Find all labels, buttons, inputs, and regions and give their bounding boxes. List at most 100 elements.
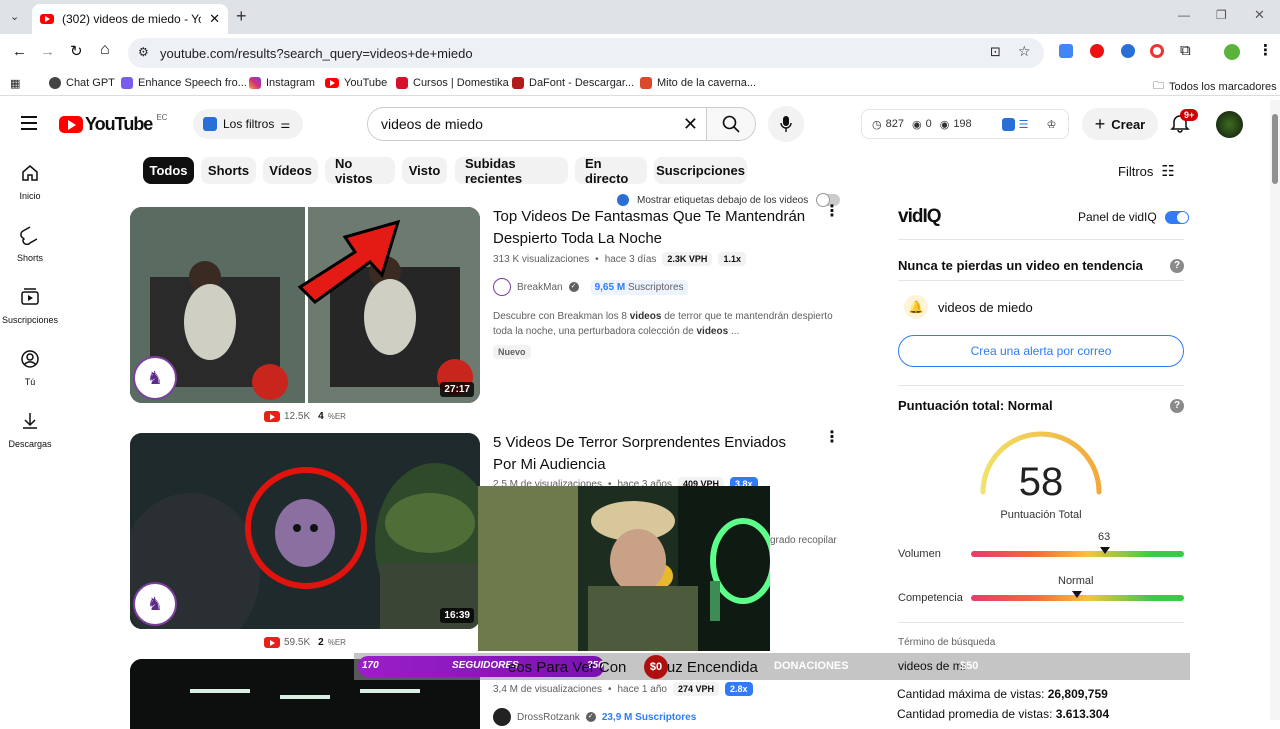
sliders-icon: ⚌ [280, 118, 291, 131]
all-bookmarks[interactable]: 🗀 Todos los marcadores [1153, 77, 1277, 96]
help-icon[interactable]: ? [1170, 399, 1184, 413]
video-menu-icon[interactable]: ⋮ [824, 204, 840, 220]
back-icon[interactable]: ← [12, 43, 27, 60]
home-icon[interactable]: ⌂ [100, 41, 110, 59]
microphone-icon [780, 116, 792, 132]
chip-todos[interactable]: Todos [143, 157, 194, 184]
browser-menu-icon[interactable]: ⋮ [1258, 41, 1273, 59]
sidebar-item-shorts[interactable]: Shorts [0, 225, 60, 263]
video-thumbnail[interactable]: ♞ 27:17 [130, 207, 480, 403]
account-avatar[interactable] [1216, 111, 1243, 138]
channel-small-avatar[interactable] [493, 708, 511, 726]
vidiq-badge-icon[interactable] [1001, 117, 1015, 131]
bookmark-domestika[interactable]: Cursos | Domestika [396, 77, 509, 89]
chip-videos[interactable]: Vídeos [263, 157, 318, 184]
filters-link[interactable]: Filtros ☷ [1118, 162, 1175, 180]
list-icon[interactable]: ☰ [1019, 118, 1029, 131]
third-video-title[interactable]: eos Para Ver Con Luz Encendida [508, 659, 758, 676]
trophy-icon[interactable]: ♔ [1047, 118, 1057, 131]
vidiq-small-icon [203, 117, 217, 131]
maximize-icon[interactable]: ❐ [1216, 8, 1227, 22]
extensions-puzzle-icon[interactable]: ⧉ [1180, 42, 1191, 59]
volume-marker [1100, 547, 1110, 554]
install-app-icon[interactable]: ⊡ [990, 44, 1001, 60]
url-text: youtube.com/results?search_query=videos+… [160, 45, 473, 61]
browser-tab[interactable]: (302) videos de miedo - YouTu ✕ [32, 4, 228, 34]
site-info-icon[interactable]: ⚙ [138, 45, 149, 59]
video-duration: 16:39 [440, 608, 474, 623]
bookmark-star-icon[interactable]: ☆ [1018, 43, 1031, 60]
webcam-image [478, 486, 770, 651]
page-scrollbar[interactable] [1270, 100, 1280, 720]
bookmark-enhance-speech[interactable]: Enhance Speech fro... [121, 77, 247, 89]
translate-extension-icon[interactable] [1059, 44, 1073, 58]
window-close-icon[interactable]: ✕ [1254, 7, 1265, 23]
search-input[interactable]: videos de miedo ✕ [367, 107, 707, 141]
competition-value: Normal [1058, 575, 1094, 587]
channel-small-avatar[interactable] [493, 278, 511, 296]
youtube-logo-icon [59, 116, 83, 133]
channel-name[interactable]: BreakMan [517, 282, 563, 293]
clear-search-icon[interactable]: ✕ [683, 114, 698, 135]
dafont-icon [512, 77, 524, 89]
new-tab-icon[interactable]: + [236, 6, 247, 27]
chip-suscripciones[interactable]: Suscripciones [654, 157, 747, 184]
url-bar[interactable]: ⚙ youtube.com/results?search_query=video… [128, 38, 1044, 68]
divider [898, 385, 1184, 386]
vidiq-extension-icon[interactable] [1121, 44, 1135, 58]
opera-extension-icon[interactable] [1090, 44, 1104, 58]
folder-icon: 🗀 [1153, 80, 1164, 92]
apps-grid-icon[interactable]: ▦ [10, 77, 20, 90]
youtube-small-icon [264, 411, 280, 422]
vidiq-panel-toggle[interactable] [1164, 210, 1189, 224]
minimize-icon[interactable]: — [1178, 8, 1190, 22]
vidiq-logo: vidIQ [898, 206, 942, 227]
bookmark-youtube[interactable]: YouTube [325, 77, 387, 89]
tab-close-icon[interactable]: ✕ [209, 11, 220, 27]
chip-en-directo[interactable]: En directo [575, 156, 647, 186]
help-icon[interactable]: ? [1170, 259, 1184, 273]
thumbnail-image [130, 433, 480, 629]
max-views: Cantidad máxima de vistas: 26,809,759 [897, 687, 1108, 701]
sidebar-item-suscripciones[interactable]: Suscripciones [0, 287, 60, 325]
clock-icon: ◷ [872, 118, 882, 131]
forward-icon[interactable]: → [40, 43, 55, 60]
channel-avatar[interactable]: ♞ [133, 582, 177, 626]
search-icon [722, 115, 740, 133]
record-extension-icon[interactable] [1150, 44, 1164, 58]
chip-no-vistos[interactable]: No vistos [325, 156, 395, 186]
guide-menu-icon[interactable] [21, 116, 37, 130]
video-title[interactable]: Top Videos De Fantasmas Que Te Mantendrá… [493, 206, 813, 250]
chip-shorts[interactable]: Shorts [201, 157, 256, 184]
instagram-icon [249, 77, 261, 89]
youtube-icon [325, 78, 339, 88]
video-thumbnail[interactable]: ♞ 16:39 [130, 433, 480, 629]
channel-avatar[interactable]: ♞ [133, 356, 177, 400]
chip-subidas-recientes[interactable]: Subidas recientes [455, 156, 568, 186]
chip-visto[interactable]: Visto [402, 157, 447, 184]
filters-button[interactable]: Los filtros ⚌ [193, 109, 303, 139]
create-button[interactable]: + Crear [1082, 108, 1158, 140]
youtube-logo[interactable]: YouTube EC [59, 113, 167, 135]
voice-search-button[interactable] [768, 106, 804, 142]
youtube-favicon-icon [40, 14, 54, 24]
sidebar-item-descargas[interactable]: Descargas [0, 411, 60, 449]
bookmark-dafont[interactable]: DaFont - Descargar... [512, 77, 634, 89]
video-title[interactable]: 5 Videos De Terror Sorprendentes Enviado… [493, 432, 813, 476]
sidebar-item-tu[interactable]: Tú [0, 349, 60, 387]
bookmark-instagram[interactable]: Instagram [249, 77, 315, 89]
sidebar-item-inicio[interactable]: Inicio [0, 163, 60, 201]
browser-tab-bar: ⌄ (302) videos de miedo - YouTu ✕ + — ❐ … [0, 0, 1280, 34]
reload-icon[interactable]: ↻ [70, 42, 83, 60]
create-alert-button[interactable]: Crea una alerta por correo [898, 335, 1184, 367]
notifications-button[interactable]: 9+ [1170, 109, 1199, 138]
bookmark-chatgpt[interactable]: Chat GPT [49, 77, 115, 89]
search-button[interactable] [706, 107, 756, 141]
scrollbar-thumb[interactable] [1272, 114, 1278, 184]
profile-avatar-icon[interactable] [1224, 44, 1240, 60]
breakman-logo-icon: ♞ [146, 593, 164, 614]
video-menu-icon[interactable]: ⋮ [824, 430, 840, 446]
bookmark-mito-caverna[interactable]: Mito de la caverna... [640, 77, 756, 89]
channel-name[interactable]: DrossRotzank [517, 712, 580, 723]
tab-list-chevron-icon[interactable]: ⌄ [10, 10, 19, 23]
